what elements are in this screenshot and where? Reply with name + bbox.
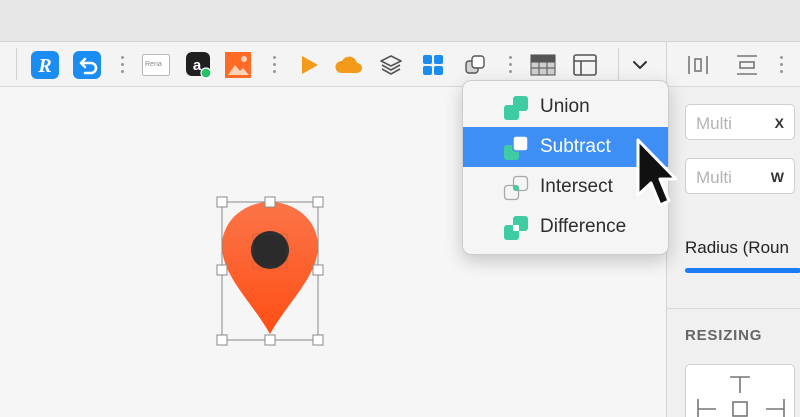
resizing-pins-icon — [697, 376, 785, 417]
window-titlebar — [0, 0, 800, 42]
w-field-label: W — [770, 169, 784, 185]
rename-plugin-button[interactable]: Rena — [142, 54, 170, 76]
radius-label: Radius (Roun — [685, 238, 789, 257]
distribute-vertical-icon[interactable] — [735, 54, 759, 76]
boolean-ops-icon — [465, 55, 485, 74]
x-position-field[interactable]: Multi X — [685, 104, 795, 140]
menu-item-label: Difference — [540, 216, 627, 237]
layers-button[interactable] — [376, 50, 406, 80]
x-field-label: X — [774, 115, 784, 131]
mouse-pointer-icon — [636, 138, 678, 207]
resizing-control[interactable] — [685, 364, 795, 417]
width-field[interactable]: Multi W — [685, 158, 795, 194]
image-plugin-button[interactable] — [223, 50, 253, 80]
toolbar-overflow-button[interactable] — [626, 50, 654, 80]
rename-label: Rena — [145, 61, 162, 68]
boolean-ops-button[interactable] — [460, 50, 490, 80]
menu-item-label: Intersect — [540, 176, 613, 197]
layout-button[interactable] — [570, 50, 600, 80]
layout-window-icon — [573, 54, 597, 76]
undo-icon — [73, 51, 101, 79]
menu-item-difference[interactable]: Difference — [463, 207, 668, 247]
play-icon — [302, 56, 318, 74]
union-icon — [504, 96, 528, 120]
table-button[interactable] — [528, 50, 558, 80]
toolbar-separator — [272, 56, 276, 74]
toolbar-separator — [508, 56, 512, 74]
undo-plugin-button[interactable] — [72, 50, 102, 80]
cloud-icon — [335, 56, 362, 73]
menu-item-union[interactable]: Union — [463, 87, 668, 127]
inspector-panel: Multi X Multi W Radius (Roun RESIZING — [666, 42, 800, 417]
components-button[interactable] — [418, 50, 448, 80]
menu-item-label: Subtract — [540, 136, 611, 157]
resizing-section-title: RESIZING — [685, 327, 763, 344]
map-pin-shape[interactable] — [222, 202, 318, 334]
cloud-button[interactable] — [334, 50, 364, 80]
toolbar-separator — [120, 56, 124, 74]
svg-text:R: R — [37, 55, 51, 77]
toolbar-separator — [779, 56, 783, 74]
components-grid-icon — [423, 55, 443, 75]
runner-icon: R — [31, 51, 59, 79]
layers-icon — [380, 55, 402, 75]
difference-icon — [504, 216, 528, 240]
anima-icon: a — [186, 52, 212, 79]
toolbar-divider — [16, 48, 17, 80]
table-icon — [530, 54, 556, 76]
w-field-placeholder: Multi — [696, 168, 732, 187]
subtract-icon — [504, 135, 529, 160]
toolbar-divider — [618, 48, 619, 80]
anima-plugin-button[interactable]: a — [183, 50, 213, 80]
intersect-icon — [503, 175, 529, 201]
chevron-down-icon — [633, 61, 647, 69]
menu-item-label: Union — [540, 96, 590, 117]
inspector-divider — [667, 308, 800, 309]
distribute-horizontal-icon[interactable] — [687, 54, 709, 76]
preview-button[interactable] — [294, 50, 324, 80]
runner-plugin-button[interactable]: R — [30, 50, 60, 80]
svg-text:a: a — [193, 57, 202, 74]
inspector-toolbar — [667, 42, 800, 87]
radius-slider[interactable] — [685, 268, 800, 273]
image-plugin-icon — [225, 52, 251, 78]
x-field-placeholder: Multi — [696, 114, 732, 133]
